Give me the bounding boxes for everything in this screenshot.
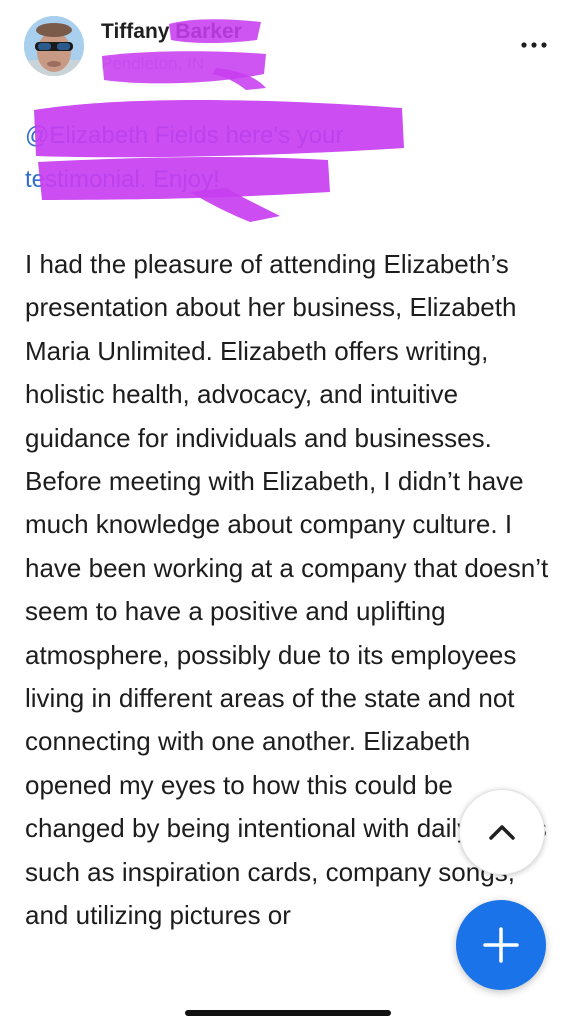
plus-icon (483, 927, 519, 963)
author-name[interactable]: Tiffany Barker (101, 20, 242, 44)
home-indicator[interactable] (185, 1010, 391, 1016)
avatar[interactable] (24, 16, 84, 76)
author-subtitle: Pendleton, IN (101, 54, 205, 73)
post-header: Tiffany Barker Pendleton, IN (0, 0, 571, 100)
add-button[interactable] (456, 900, 546, 990)
mention-text[interactable]: @Elizabeth Fields here's your testimonia… (25, 122, 343, 193)
chevron-up-icon (489, 825, 515, 840)
more-horizontal-icon (521, 42, 547, 48)
scroll-to-top-button[interactable] (459, 789, 545, 875)
mention-line[interactable]: @Elizabeth Fields here's your testimonia… (25, 114, 445, 202)
more-options-button[interactable] (512, 28, 556, 62)
